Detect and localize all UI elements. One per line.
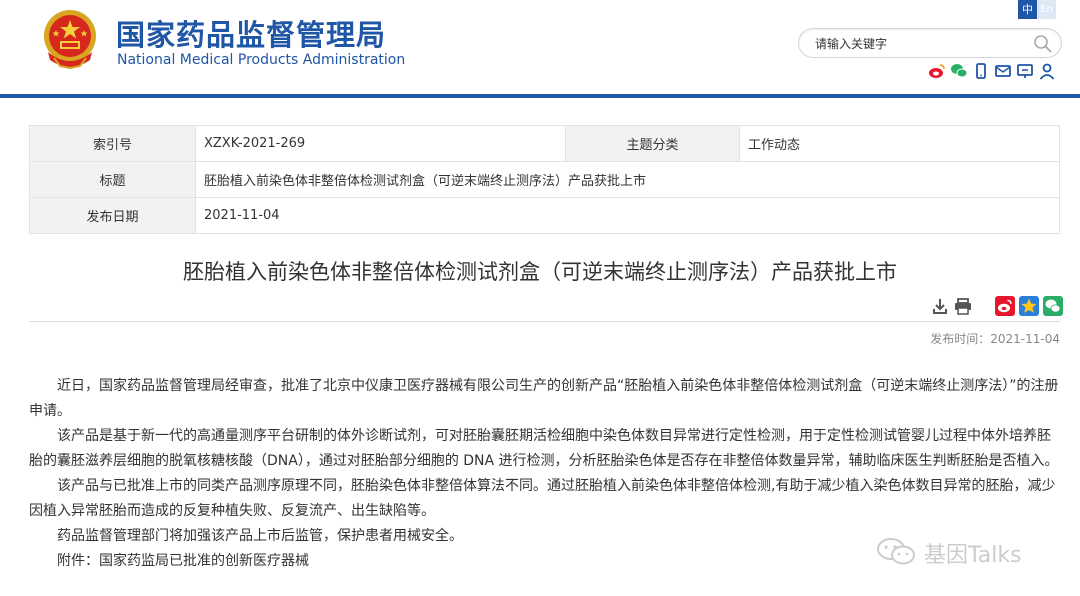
info-table: 索引号 XZXK-2021-269 主题分类 工作动态 标题 胚胎植入前染色体非… [29, 125, 1060, 234]
mail-icon[interactable] [994, 62, 1012, 80]
table-row: 索引号 XZXK-2021-269 主题分类 工作动态 [29, 125, 1060, 162]
table-row: 标题 胚胎植入前染色体非整倍体检测试剂盒（可逆末端终止测序法）产品获批上市 [29, 161, 1060, 198]
watermark-text: 基因Talks [924, 543, 1022, 568]
national-emblem-icon [40, 8, 100, 70]
weibo-icon[interactable] [928, 62, 946, 80]
download-icon[interactable] [931, 297, 949, 319]
print-icon[interactable] [953, 297, 973, 319]
article-paragraph: 近日，国家药品监督管理局经审查，批准了北京中仪康卫医疗器械有限公司生产的创新产品… [29, 378, 1059, 419]
wechat-watermark-icon [876, 536, 918, 570]
date-value: 2021-11-04 [195, 197, 1060, 234]
title-value: 胚胎植入前染色体非整倍体检测试剂盒（可逆末端终止测序法）产品获批上市 [195, 161, 1060, 198]
wechat-icon[interactable] [950, 62, 968, 80]
social-icons [928, 62, 1056, 80]
user-icon[interactable] [1038, 62, 1056, 80]
table-row: 发布日期 2021-11-04 [29, 197, 1060, 234]
title-divider [29, 321, 1060, 322]
site-header: 国家药品监督管理局 National Medical Products Admi… [0, 0, 1080, 98]
lang-en-button[interactable]: En [1037, 0, 1056, 19]
search-input[interactable] [815, 34, 1015, 54]
share-weibo-icon[interactable] [995, 296, 1015, 320]
search-icon[interactable] [1033, 34, 1053, 54]
share-wechat-icon[interactable] [1043, 296, 1063, 320]
date-label: 发布日期 [29, 197, 196, 234]
search-box [798, 28, 1062, 58]
article-tools [931, 296, 1063, 320]
index-value: XZXK-2021-269 [195, 125, 566, 162]
category-label: 主题分类 [565, 125, 740, 162]
title-label: 标题 [29, 161, 196, 198]
feedback-icon[interactable] [1016, 62, 1034, 80]
article-paragraph: 该产品与已批准上市的同类产品测序原理不同，胚胎染色体非整倍体算法不同。通过胚胎植… [29, 478, 1056, 519]
index-label: 索引号 [29, 125, 196, 162]
site-title-en[interactable]: National Medical Products Administration [117, 52, 405, 68]
watermark: 基因Talks [876, 536, 1022, 570]
article-title: 胚胎植入前染色体非整倍体检测试剂盒（可逆末端终止测序法）产品获批上市 [183, 260, 897, 284]
share-qzone-icon[interactable] [1019, 296, 1039, 320]
category-value: 工作动态 [739, 125, 1060, 162]
article-paragraph: 该产品是基于新一代的高通量测序平台研制的体外诊断试剂，可对胚胎囊胚期活检细胞中染… [29, 428, 1059, 469]
site-title-cn[interactable]: 国家药品监督管理局 [116, 12, 386, 54]
lang-zh-button[interactable]: 中 [1018, 0, 1037, 19]
publish-time: 发布时间：2021-11-04 [930, 332, 1060, 346]
header-divider [0, 94, 1080, 98]
mobile-icon[interactable] [972, 62, 990, 80]
